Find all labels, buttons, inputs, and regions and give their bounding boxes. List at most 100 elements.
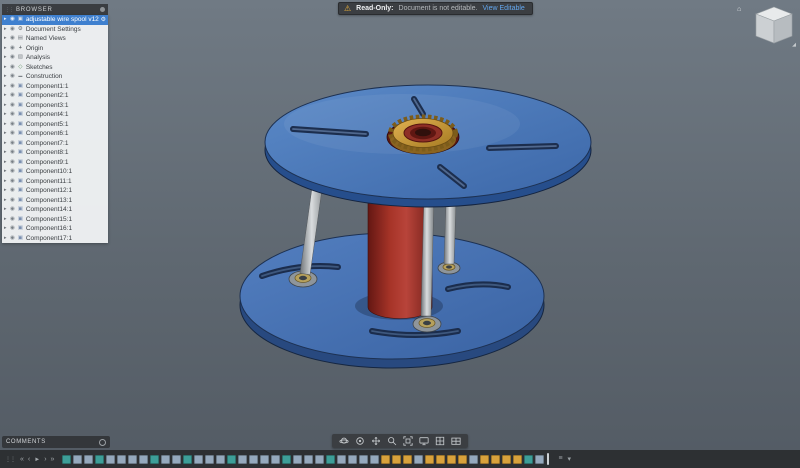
visibility-eye-icon[interactable]: ◉: [10, 217, 15, 223]
timeline-feature-component-6[interactable]: [117, 455, 126, 464]
expand-arrow-icon[interactable]: ▸: [4, 55, 8, 60]
expand-arrow-icon[interactable]: ▸: [4, 160, 8, 165]
view-editable-link[interactable]: View Editable: [483, 5, 525, 12]
visibility-eye-icon[interactable]: ◉: [10, 36, 15, 42]
timeline-skip-start-button[interactable]: [20, 456, 24, 463]
browser-item-component2-1[interactable]: ▸◉Component2:1: [2, 91, 108, 101]
browser-item-component17-1[interactable]: ▸◉Component17:1: [2, 234, 108, 244]
panel-grip-icon[interactable]: ⋮⋮: [5, 7, 13, 13]
browser-item-component10-1[interactable]: ▸◉Component10:1: [2, 167, 108, 177]
look-at-icon[interactable]: [355, 436, 365, 446]
timeline-feature-joint-31[interactable]: [392, 455, 401, 464]
browser-item-component6-1[interactable]: ▸◉Component6:1: [2, 129, 108, 139]
timeline-feature-component-5[interactable]: [106, 455, 115, 464]
expand-arrow-icon[interactable]: ▸: [4, 217, 8, 222]
timeline-feature-component-17[interactable]: [238, 455, 247, 464]
timeline-feature-component-23[interactable]: [304, 455, 313, 464]
timeline-step-back-button[interactable]: [28, 456, 30, 463]
timeline-feature-sketch-25[interactable]: [326, 455, 335, 464]
browser-item-sketches[interactable]: ▸◉Sketches: [2, 63, 108, 73]
expand-arrow-icon[interactable]: ▸: [4, 112, 8, 117]
browser-item-analysis[interactable]: ▸◉Analysis: [2, 53, 108, 63]
display-settings-icon[interactable]: [419, 436, 429, 446]
browser-item-document-settings[interactable]: ▸◉Document Settings: [2, 25, 108, 35]
expand-arrow-icon[interactable]: ▸: [4, 169, 8, 174]
timeline-skip-end-button[interactable]: [51, 456, 55, 463]
timeline-play-button[interactable]: [34, 456, 40, 463]
timeline-feature-component-27[interactable]: [348, 455, 357, 464]
timeline-feature-sketch-12[interactable]: [183, 455, 192, 464]
timeline-feature-joint-42[interactable]: [513, 455, 522, 464]
visibility-eye-icon[interactable]: ◉: [10, 131, 15, 137]
expand-arrow-icon[interactable]: ▸: [4, 74, 8, 79]
browser-item-component12-1[interactable]: ▸◉Component12:1: [2, 186, 108, 196]
browser-item-component5-1[interactable]: ▸◉Component5:1: [2, 120, 108, 130]
timeline-step-forward-button[interactable]: [44, 456, 46, 463]
timeline-feature-component-10[interactable]: [161, 455, 170, 464]
expand-arrow-icon[interactable]: ▸: [4, 198, 8, 203]
expand-arrow-icon[interactable]: ▸: [4, 131, 8, 136]
visibility-eye-icon[interactable]: ◉: [10, 150, 15, 156]
timeline-feature-joint-35[interactable]: [436, 455, 445, 464]
comments-panel[interactable]: COMMENTS: [2, 436, 110, 448]
timeline-feature-component-11[interactable]: [172, 455, 181, 464]
timeline-dropdown-icon[interactable]: [568, 455, 572, 463]
browser-item-component8-1[interactable]: ▸◉Component8:1: [2, 148, 108, 158]
expand-arrow-icon[interactable]: ▸: [4, 84, 8, 89]
timeline-feature-component-14[interactable]: [205, 455, 214, 464]
browser-item-named-views[interactable]: ▸◉Named Views: [2, 34, 108, 44]
grid-settings-icon[interactable]: [435, 436, 445, 446]
expand-arrow-icon[interactable]: ▸: [4, 141, 8, 146]
orbit-icon[interactable]: [339, 436, 349, 446]
visibility-eye-icon[interactable]: ◉: [10, 207, 15, 213]
timeline-feature-component-2[interactable]: [73, 455, 82, 464]
document-settings-gear-icon[interactable]: ⚙: [101, 17, 106, 23]
expand-arrow-icon[interactable]: ▸: [4, 103, 8, 108]
timeline-feature-component-44[interactable]: [535, 455, 544, 464]
pan-icon[interactable]: [371, 436, 381, 446]
timeline-feature-joint-37[interactable]: [458, 455, 467, 464]
timeline-menu-icon[interactable]: [558, 455, 562, 463]
viewports-icon[interactable]: [451, 436, 461, 446]
browser-panel-header[interactable]: ⋮⋮ BROWSER: [2, 4, 108, 15]
expand-arrow-icon[interactable]: ▸: [4, 179, 8, 184]
visibility-eye-icon[interactable]: ◉: [10, 84, 15, 90]
timeline-feature-joint-41[interactable]: [502, 455, 511, 464]
expand-arrow-icon[interactable]: ▸: [4, 150, 8, 155]
visibility-eye-icon[interactable]: ◉: [10, 141, 15, 147]
timeline-feature-component-15[interactable]: [216, 455, 225, 464]
browser-item-component11-1[interactable]: ▸◉Component11:1: [2, 177, 108, 187]
timeline-feature-sketch-4[interactable]: [95, 455, 104, 464]
home-icon[interactable]: ⌂: [737, 6, 741, 13]
expand-arrow-icon[interactable]: ▸: [4, 236, 8, 241]
browser-item-component3-1[interactable]: ▸◉Component3:1: [2, 101, 108, 111]
expand-arrow-icon[interactable]: ▸: [4, 93, 8, 98]
timeline-feature-component-22[interactable]: [293, 455, 302, 464]
browser-root-item[interactable]: ▸ ◉ adjustable wire spool v12 ⚙: [2, 15, 108, 25]
visibility-eye-icon[interactable]: ◉: [10, 74, 15, 80]
expand-arrow-icon[interactable]: ▸: [4, 122, 8, 127]
visibility-eye-icon[interactable]: ◉: [10, 169, 15, 175]
expand-arrow-icon[interactable]: ▸: [4, 36, 8, 41]
timeline-feature-joint-30[interactable]: [381, 455, 390, 464]
timeline-feature-component-26[interactable]: [337, 455, 346, 464]
visibility-eye-icon[interactable]: ◉: [10, 46, 15, 52]
browser-item-construction[interactable]: ▸◉Construction: [2, 72, 108, 82]
visibility-eye-icon[interactable]: ◉: [10, 112, 15, 118]
timeline-feature-component-24[interactable]: [315, 455, 324, 464]
timeline-feature-sketch-1[interactable]: [62, 455, 71, 464]
timeline-feature-component-8[interactable]: [139, 455, 148, 464]
timeline-feature-component-20[interactable]: [271, 455, 280, 464]
visibility-eye-icon[interactable]: ◉: [10, 103, 15, 109]
view-cube-widget[interactable]: ⌂ ◢: [737, 2, 797, 48]
expand-arrow-icon[interactable]: ▸: [4, 17, 8, 22]
timeline-feature-component-38[interactable]: [469, 455, 478, 464]
browser-item-component1-1[interactable]: ▸◉Component1:1: [2, 82, 108, 92]
timeline-feature-sketch-9[interactable]: [150, 455, 159, 464]
visibility-eye-icon[interactable]: ◉: [10, 55, 15, 61]
visibility-eye-icon[interactable]: ◉: [10, 160, 15, 166]
timeline-feature-component-33[interactable]: [414, 455, 423, 464]
expand-arrow-icon[interactable]: ▸: [4, 65, 8, 70]
visibility-eye-icon[interactable]: ◉: [10, 198, 15, 204]
zoom-icon[interactable]: [387, 436, 397, 446]
